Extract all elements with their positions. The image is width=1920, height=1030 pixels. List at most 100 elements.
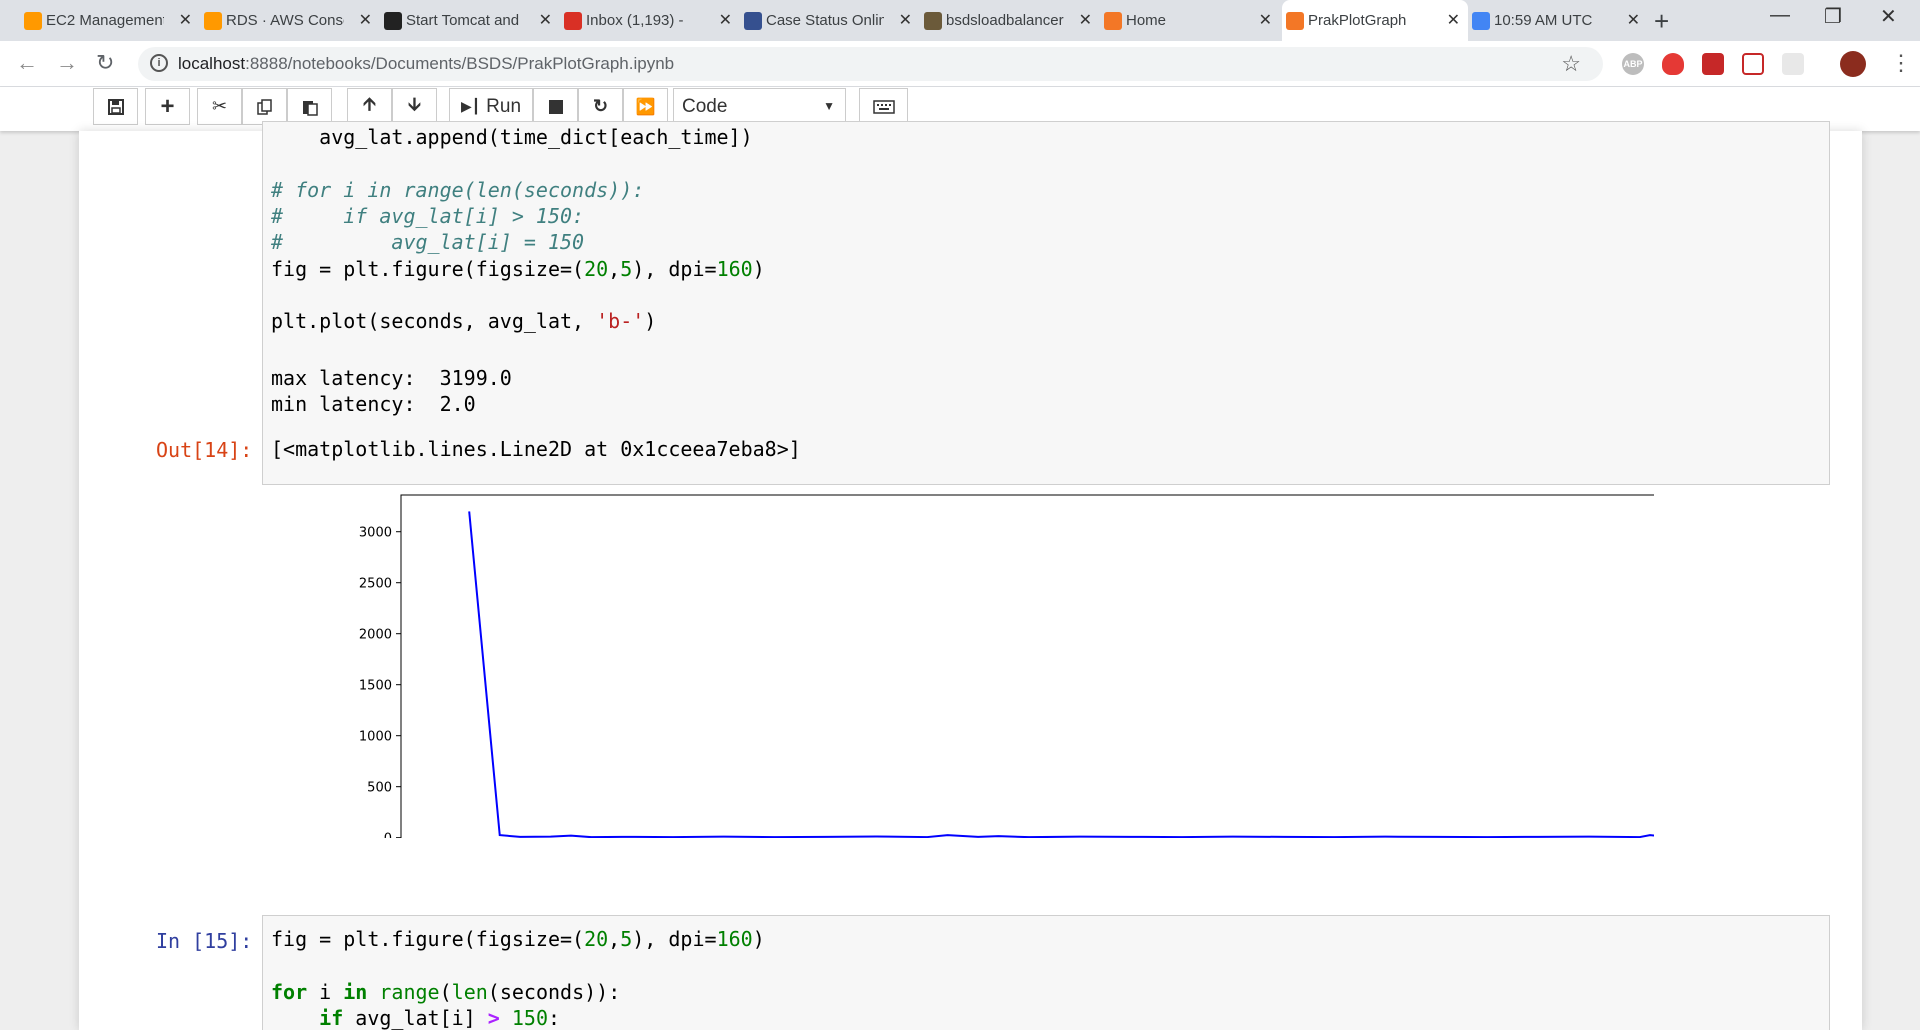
cut-icon: ✂ [211,96,228,116]
github-icon [384,12,402,30]
y-tick-label: 1500 [359,679,392,694]
browser-tab[interactable]: Case Status Online ✕ [740,0,920,41]
minimize-icon[interactable]: — [1770,4,1790,27]
tab-title: bsdsloadbalancer [946,12,1064,29]
close-tab-icon[interactable]: ✕ [899,10,912,30]
restart-run-all-button[interactable]: ⏩ [623,88,668,125]
tab-title: Case Status Online [766,12,884,29]
tab-title: 10:59 AM UTC [1494,12,1593,29]
command-palette-button[interactable] [859,88,908,125]
latency-line-plot: 050010001500200025003000 020406080100120 [359,494,1654,838]
insert-cell-button[interactable]: + [145,88,190,125]
out-prompt: Out[14]: [156,438,253,462]
pdf-extension-icon[interactable] [1702,53,1724,75]
cell-type-value: Code [682,96,728,117]
paste-icon [302,100,318,116]
blank-extension-icon[interactable] [1782,53,1804,75]
stdout-min-latency: min latency: 2.0 [271,392,476,416]
site-info-icon[interactable]: i [150,54,168,72]
aws-cube-icon [204,12,222,30]
tab-title: PrakPlotGraph [1308,12,1407,29]
output-repr: [<matplotlib.lines.Line2D at 0x1cceea7eb… [271,437,801,461]
tab-title: EC2 Management [46,12,164,29]
copy-button[interactable] [242,88,287,125]
run-label: Run [486,95,522,117]
image-file-icon [924,12,942,30]
shield-extension-icon[interactable] [1662,53,1684,75]
y-tick-label: 3000 [359,526,392,541]
close-tab-icon[interactable]: ✕ [359,10,372,30]
browser-tab[interactable]: Inbox (1,193) - ✕ [560,0,740,41]
code-comment-line: # for i in range(len(seconds)): [271,178,645,202]
new-tab-icon[interactable]: + [1654,6,1669,37]
move-up-button[interactable]: 🡩 [347,88,392,125]
restore-icon[interactable]: ❐ [1824,4,1842,29]
close-tab-icon[interactable]: ✕ [1079,10,1092,30]
restart-icon: ↻ [592,96,609,116]
reload-icon[interactable]: ↻ [96,50,114,76]
stdout-max-latency: max latency: 3199.0 [271,366,512,390]
tab-title: Start Tomcat and [406,12,520,29]
move-up-icon: 🡩 [363,93,376,114]
adblock-icon[interactable]: ABP [1622,53,1644,75]
menu-kebab-icon[interactable]: ⋮ [1890,50,1912,76]
y-tick-label: 0 [384,832,392,838]
browser-tab[interactable]: 10:59 AM UTC ✕ [1468,0,1648,41]
code-line: fig = plt.figure(figsize=(20,5), dpi=160… [271,927,765,951]
run-button[interactable]: ▶┃ Run [449,88,533,125]
code-line: avg_lat.append(time_dict[each_time]) [271,125,753,149]
uscis-seal-icon [744,12,762,30]
tab-title: Inbox (1,193) - [586,12,684,29]
forward-icon[interactable]: → [56,50,78,76]
code-line: plt.plot(seconds, avg_lat, 'b-') [271,309,657,333]
in-prompt: In [15]: [156,929,253,953]
y-tick-label: 2500 [359,577,392,592]
close-tab-icon[interactable]: ✕ [719,10,732,30]
browser-tab[interactable]: Home ✕ [1100,0,1280,41]
cell-type-select[interactable]: Code ▼ [673,88,846,125]
back-icon[interactable]: ← [16,50,38,76]
paste-button[interactable] [287,88,332,125]
copy-icon [256,98,272,115]
browser-tab[interactable]: Start Tomcat and ✕ [380,0,560,41]
cut-button[interactable]: ✂ [197,88,242,125]
move-down-icon: 🡫 [408,93,421,114]
notebook-container: avg_lat.append(time_dict[each_time]) # f… [79,121,1862,1030]
restart-button[interactable]: ↻ [578,88,623,125]
gmail-icon [564,12,582,30]
code-comment-line: # avg_lat[i] = 150 [271,230,585,254]
close-tab-icon[interactable]: ✕ [539,10,552,30]
url-input[interactable]: i localhost:8888/notebooks/Documents/BSD… [138,47,1603,81]
profile-avatar[interactable] [1840,51,1866,77]
latency-series-line [468,511,1654,838]
close-window-icon[interactable]: ✕ [1880,4,1897,29]
browser-tab[interactable]: bsdsloadbalancer ✕ [920,0,1100,41]
plus-icon: + [160,92,175,120]
y-tick-label: 2000 [359,628,392,643]
code-cell-14-input[interactable]: avg_lat.append(time_dict[each_time]) # f… [262,121,1830,485]
run-icon: ▶┃ [460,98,481,114]
save-button[interactable] [93,88,138,125]
interrupt-button[interactable] [533,88,578,125]
y-tick-label: 1000 [359,730,392,745]
pocket-extension-icon[interactable] [1742,53,1764,75]
close-tab-icon[interactable]: ✕ [1627,10,1640,30]
browser-tab[interactable]: EC2 Management ✕ [20,0,200,41]
close-tab-icon[interactable]: ✕ [1447,10,1460,30]
url-path: :8888/notebooks/Documents/BSDS/PrakPlotG… [245,54,675,73]
close-tab-icon[interactable]: ✕ [1259,10,1272,30]
url-host: localhost [178,54,246,73]
google-icon [1472,12,1490,30]
browser-tab[interactable]: RDS · AWS Console ✕ [200,0,380,41]
close-tab-icon[interactable]: ✕ [179,10,192,30]
tab-title: Home [1126,12,1167,29]
bookmark-star-icon[interactable]: ☆ [1561,51,1581,77]
keyboard-icon [872,99,895,114]
jupyter-icon [1104,12,1122,30]
code-comment-line: # if avg_lat[i] > 150: [271,204,585,228]
move-down-button[interactable]: 🡫 [392,88,437,125]
aws-cube-icon [24,12,42,30]
y-axis: 0 500 1000 1500 2000 2500 3000 [359,526,401,838]
browser-tab[interactable]: PrakPlotGraph ✕ [1282,0,1468,41]
code-cell-15-input[interactable]: fig = plt.figure(figsize=(20,5), dpi=160… [262,915,1830,1030]
